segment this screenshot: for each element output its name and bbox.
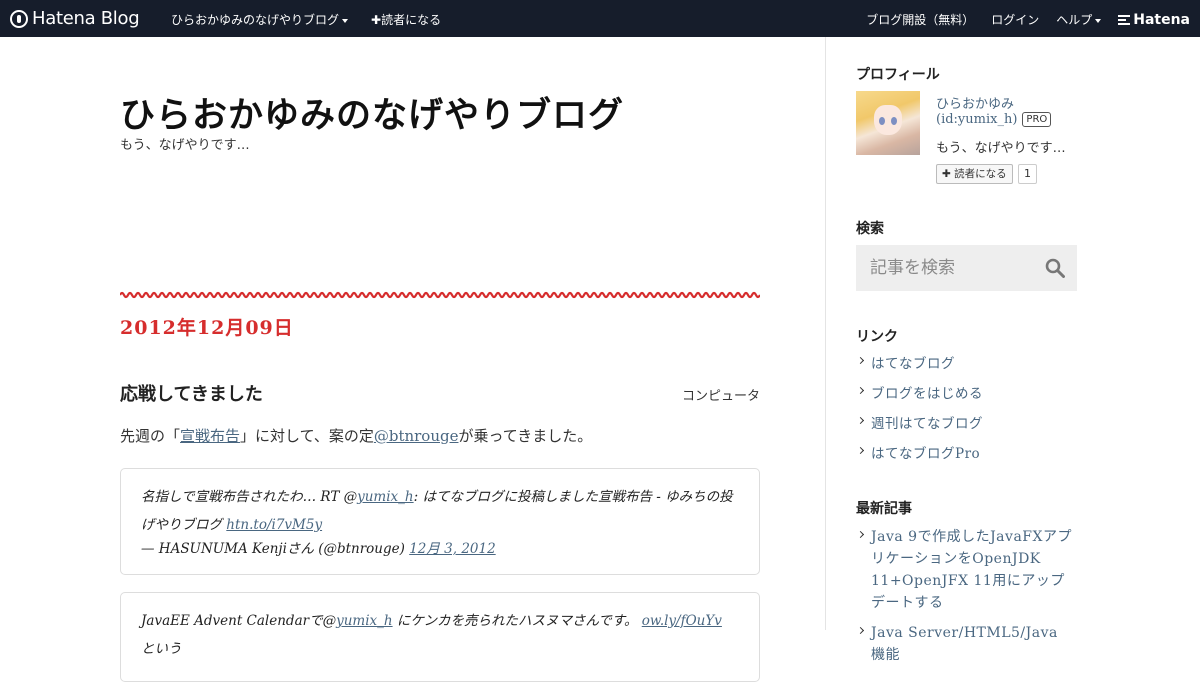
entry-date[interactable]: 2012年12月09日 <box>120 313 294 340</box>
link-start-blog[interactable]: ブログをはじめる <box>856 382 983 412</box>
help-label: ヘルプ <box>1056 13 1093 27</box>
recent-heading: 最新記事 <box>856 501 912 517</box>
embedded-tweet: JavaEE Advent Calendarで@yumix_h にケンカを売られ… <box>120 592 760 682</box>
tweet-url-link[interactable]: ow.ly/fOuYv <box>642 613 722 629</box>
search-heading: 検索 <box>856 221 884 237</box>
logo-text: Hatena Blog <box>32 8 140 29</box>
help-menu-button[interactable]: ヘルプ <box>1056 11 1102 28</box>
open-blog-link[interactable]: ブログ開設（無料） <box>866 11 974 28</box>
body-text: が乗ってきました。 <box>458 427 593 445</box>
tweet-text: JavaEE Advent Calendarで@yumix_h にケンカを売られ… <box>141 607 739 663</box>
links-heading: リンク <box>856 329 898 345</box>
hatena-blog-logo[interactable]: Hatena Blog <box>10 8 140 29</box>
declaration-link[interactable]: 宣戦布告 <box>180 427 240 445</box>
tweet-author: — HASUNUMA Kenjiさん (@btnrouge) <box>141 541 410 557</box>
tweet-text-part: 名指しで宣戦布告されたわ… RT @ <box>141 489 358 505</box>
search-box <box>856 245 1077 291</box>
blog-description: もう、なげやりです… <box>120 138 250 153</box>
caret-down-icon <box>342 18 349 23</box>
search-input[interactable] <box>856 245 1040 291</box>
header-right-menu: ブログ開設（無料） ログイン ヘルプ Hatena <box>866 11 1190 28</box>
recent-entry-link[interactable]: Java 9で作成したJavaFXアプリケーションをOpenJDK 11+Ope… <box>856 526 1076 614</box>
tweet-text-part: という <box>141 641 182 657</box>
tweet-url-link[interactable]: htn.to/i7vM5y <box>226 517 322 533</box>
profile-description: もう、なげやりです… <box>936 141 1066 156</box>
recent-entry-link[interactable]: Java Server/HTML5/Java 機能 <box>856 622 1076 666</box>
body-text: 」に対して、案の定 <box>240 427 374 445</box>
profile-id[interactable]: (id:yumix_h) <box>936 112 1017 127</box>
subscribe-button[interactable]: ✚ 読者になる <box>936 164 1013 184</box>
entry-category[interactable]: コンピュータ <box>682 385 760 404</box>
body-text: 先週の「 <box>120 427 181 445</box>
caret-down-icon <box>1095 18 1102 23</box>
blog-menu-label: ひらおかゆみのなげやりブログ <box>171 13 340 27</box>
pro-badge[interactable]: PRO <box>1022 112 1052 127</box>
link-hatena-blog-pro[interactable]: はてなブログPro <box>856 442 983 472</box>
plus-icon: ✚ <box>371 13 382 27</box>
entry-title[interactable]: 応戦してきました <box>120 380 263 406</box>
header-subscribe-button[interactable]: ✚読者になる <box>371 11 441 28</box>
tweet-text: 名指しで宣戦布告されたわ… RT @yumix_h: はてなブログに投稿しました… <box>141 483 739 539</box>
hatena-link[interactable]: Hatena <box>1118 12 1190 28</box>
plus-icon: ✚ <box>942 168 955 180</box>
tweet-meta: — HASUNUMA Kenjiさん (@btnrouge) 12月 3, 20… <box>141 539 739 559</box>
tweet-date-link[interactable]: 12月 3, 2012 <box>409 541 496 557</box>
subscribe-label: 読者になる <box>954 168 1007 180</box>
subscriber-count[interactable]: 1 <box>1018 164 1037 184</box>
profile-id-line: (id:yumix_h) PRO <box>936 112 1052 127</box>
link-hatena-blog[interactable]: はてなブログ <box>856 352 983 382</box>
search-icon[interactable] <box>1045 258 1065 278</box>
embedded-tweet: 名指しで宣戦布告されたわ… RT @yumix_h: はてなブログに投稿しました… <box>120 468 760 575</box>
hatena-mark-icon <box>1118 13 1131 27</box>
btnrouge-link[interactable]: @btnrouge <box>374 427 459 445</box>
hatena-label: Hatena <box>1133 11 1190 28</box>
tweet-text-part: にケンカを売られたハスヌマさんです。 <box>392 613 642 629</box>
hatena-logo-icon <box>10 9 28 28</box>
profile-name[interactable]: ひらおかゆみ <box>936 93 1014 112</box>
sidebar-divider <box>825 37 826 630</box>
links-list: はてなブログ ブログをはじめる 週刊はてなブログ はてなブログPro <box>856 352 983 472</box>
blog-menu-button[interactable]: ひらおかゆみのなげやりブログ <box>171 11 349 28</box>
link-weekly-hatena-blog[interactable]: 週刊はてなブログ <box>856 412 983 442</box>
global-header: Hatena Blog ひらおかゆみのなげやりブログ ✚読者になる ブログ開設（… <box>0 0 1200 37</box>
header-subscribe-label: 読者になる <box>381 13 442 27</box>
blog-title[interactable]: ひらおかゆみのなげやりブログ <box>120 87 624 138</box>
wavy-divider <box>120 291 760 299</box>
avatar-eye <box>879 117 885 125</box>
avatar[interactable] <box>856 91 920 155</box>
tweet-text-part: JavaEE Advent Calendarで@ <box>141 613 337 629</box>
login-link[interactable]: ログイン <box>991 11 1039 28</box>
mention-link[interactable]: yumix_h <box>357 489 414 505</box>
recent-list: Java 9で作成したJavaFXアプリケーションをOpenJDK 11+Ope… <box>856 526 1076 674</box>
mention-link[interactable]: yumix_h <box>336 613 393 629</box>
entry-body: 先週の「宣戦布告」に対して、案の定@btnrougeが乗ってきました。 <box>120 425 592 446</box>
profile-heading: プロフィール <box>856 67 940 83</box>
avatar-eye <box>891 117 897 125</box>
